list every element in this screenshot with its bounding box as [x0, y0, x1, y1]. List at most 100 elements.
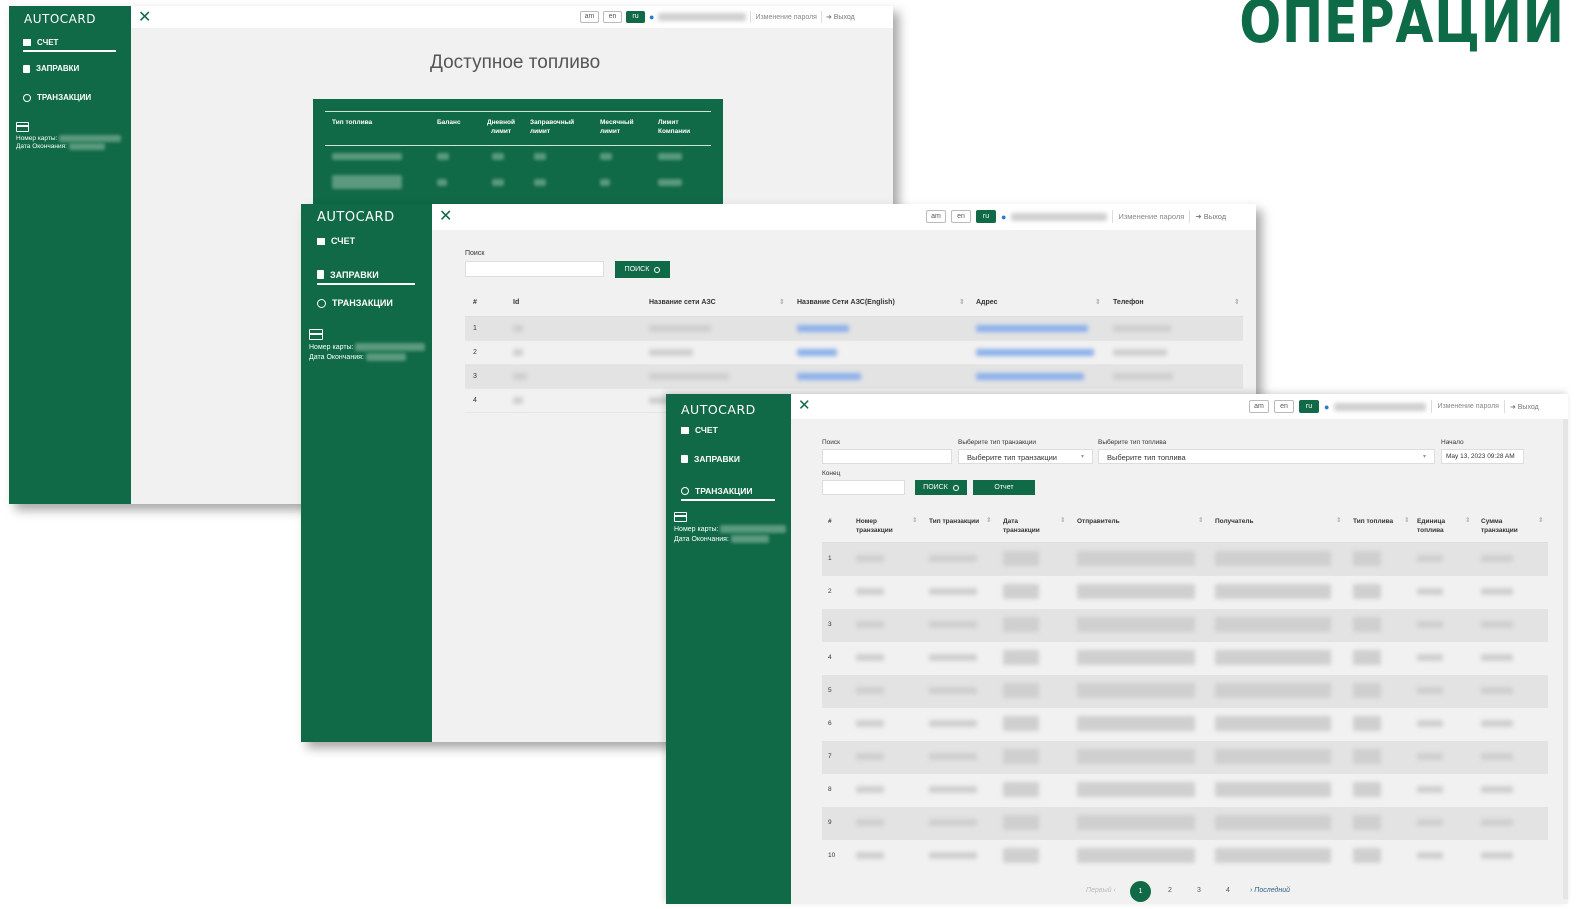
lang-ru[interactable]: ru: [1299, 400, 1319, 413]
credit-card-icon: [309, 329, 323, 340]
pagination-first[interactable]: Первый ‹: [1086, 887, 1116, 894]
sidebar-item-refuels[interactable]: ЗАПРАВКИ: [681, 454, 740, 464]
fuel-pump-icon: [317, 270, 324, 279]
table-row[interactable]: 8: [822, 774, 1548, 807]
page-3[interactable]: 3: [1197, 887, 1201, 894]
lang-en[interactable]: en: [951, 210, 971, 223]
scrollbar[interactable]: [1563, 419, 1568, 899]
col-header: Название сети АЗС: [649, 299, 716, 306]
lang-en[interactable]: en: [1274, 400, 1294, 413]
sort-icon[interactable]: ⇕: [779, 298, 785, 306]
logout-link[interactable]: ➜ Выход: [1195, 212, 1226, 221]
logout-link[interactable]: ➜ Выход: [1510, 403, 1539, 411]
sort-icon[interactable]: ⇕: [986, 516, 991, 525]
search-input[interactable]: [822, 449, 952, 464]
redacted-cell: [1077, 749, 1195, 764]
table-row[interactable]: 1: [465, 317, 1243, 341]
sidebar-item-label: ТРАНЗАКЦИИ: [37, 93, 92, 102]
sort-icon[interactable]: ⇕: [1404, 516, 1409, 525]
sidebar-item-transactions[interactable]: ТРАНЗАКЦИИ: [317, 298, 393, 308]
lang-am[interactable]: am: [1249, 400, 1269, 413]
sort-icon[interactable]: ⇕: [1095, 298, 1101, 306]
table-row[interactable]: 6: [822, 708, 1548, 741]
start-date-input[interactable]: May 13, 2023 09:28 AM: [1441, 449, 1524, 464]
table-row[interactable]: 5: [822, 675, 1548, 708]
sidebar-item-refuels[interactable]: ЗАПРАВКИ: [23, 64, 79, 73]
redacted-cell: [1353, 782, 1381, 797]
redacted-cell: [1417, 588, 1443, 595]
redacted-cell: [658, 179, 682, 186]
redacted-cell: [929, 819, 977, 826]
change-password-link[interactable]: Изменение пароля: [1118, 212, 1184, 221]
row-number: 2: [828, 588, 832, 595]
close-icon[interactable]: ✕: [138, 7, 151, 26]
expiry-redacted: [730, 534, 769, 543]
sort-icon[interactable]: ⇕: [912, 516, 917, 525]
lang-ru[interactable]: ru: [626, 11, 645, 23]
col-header: #: [473, 299, 477, 306]
sidebar-item-label: ТРАНЗАКЦИИ: [332, 298, 393, 308]
row-number: 6: [828, 720, 832, 727]
end-date-input[interactable]: [822, 480, 905, 495]
sort-icon[interactable]: ⇕: [1465, 516, 1470, 525]
lang-am[interactable]: am: [926, 210, 946, 223]
close-icon[interactable]: ✕: [798, 396, 811, 414]
redacted-cell: [649, 373, 729, 380]
sort-icon[interactable]: ⇕: [1336, 516, 1341, 525]
table-row[interactable]: 10: [822, 840, 1548, 873]
redacted-cell: [1353, 551, 1381, 566]
redacted-cell: [513, 373, 527, 380]
sidebar-item-account[interactable]: СЧЕТ: [317, 236, 355, 246]
header-right: am en ru ● Изменение пароля ➜ Выход: [580, 11, 855, 23]
redacted-cell: [856, 687, 884, 694]
close-icon[interactable]: ✕: [439, 206, 452, 225]
user-icon: ●: [1324, 401, 1330, 412]
redacted-cell: [1003, 683, 1039, 698]
logout-icon: ➜: [825, 14, 834, 21]
sidebar-item-transactions[interactable]: ТРАНЗАКЦИИ: [23, 93, 91, 102]
table-row[interactable]: 2: [465, 341, 1243, 365]
report-button[interactable]: Отчет: [973, 480, 1035, 495]
sort-icon[interactable]: ⇕: [1234, 298, 1240, 306]
search-button[interactable]: ПОИСК: [615, 261, 670, 278]
redacted-cell: [1417, 555, 1443, 562]
redacted-cell: [1417, 720, 1443, 727]
page-4[interactable]: 4: [1226, 887, 1230, 894]
fuel-type-select[interactable]: Выберите тип топлива ▾: [1098, 449, 1435, 464]
sort-icon[interactable]: ⇕: [959, 298, 965, 306]
page-2[interactable]: 2: [1168, 887, 1172, 894]
pagination-last[interactable]: › Последний: [1250, 887, 1290, 894]
sidebar-item-refuels[interactable]: ЗАПРАВКИ: [317, 266, 415, 285]
redacted-cell: [600, 153, 612, 160]
lang-am[interactable]: am: [580, 11, 599, 23]
sort-icon[interactable]: ⇕: [1538, 516, 1543, 525]
page-1[interactable]: 1: [1130, 881, 1151, 902]
table-row[interactable]: 2: [822, 576, 1548, 609]
col-header: Дата транзакции: [1003, 518, 1040, 535]
chevron-down-icon: ▾: [1080, 454, 1084, 460]
sort-icon[interactable]: ⇕: [1060, 516, 1065, 525]
start-label: Начало: [1441, 439, 1464, 446]
table-row[interactable]: 7: [822, 741, 1548, 774]
logout-link[interactable]: ➜ Выход: [826, 13, 855, 21]
table-row[interactable]: 3: [822, 609, 1548, 642]
tx-type-label: Выберите тип транзакции: [958, 439, 1036, 446]
sidebar-item-account[interactable]: СЧЕТ: [681, 425, 718, 435]
lang-ru[interactable]: ru: [976, 210, 996, 223]
change-password-link[interactable]: Изменение пароля: [755, 14, 817, 21]
sidebar-item-transactions[interactable]: ТРАНЗАКЦИИ: [681, 482, 775, 501]
redacted-cell: [856, 819, 884, 826]
redacted-cell: [929, 687, 977, 694]
change-password-link[interactable]: Изменение пароля: [1437, 403, 1499, 410]
table-row[interactable]: 3: [465, 365, 1243, 389]
tx-type-select[interactable]: Выберите тип транзакции ▾: [958, 449, 1093, 464]
col-header: #: [828, 518, 832, 525]
table-row[interactable]: 4: [822, 642, 1548, 675]
search-input[interactable]: [465, 261, 604, 277]
sort-icon[interactable]: ⇕: [1198, 516, 1203, 525]
table-row[interactable]: 9: [822, 807, 1548, 840]
sidebar-item-account[interactable]: СЧЕТ: [23, 34, 116, 52]
lang-en[interactable]: en: [603, 11, 622, 23]
search-button[interactable]: ПОИСК: [915, 480, 967, 495]
table-row[interactable]: 1: [822, 543, 1548, 576]
